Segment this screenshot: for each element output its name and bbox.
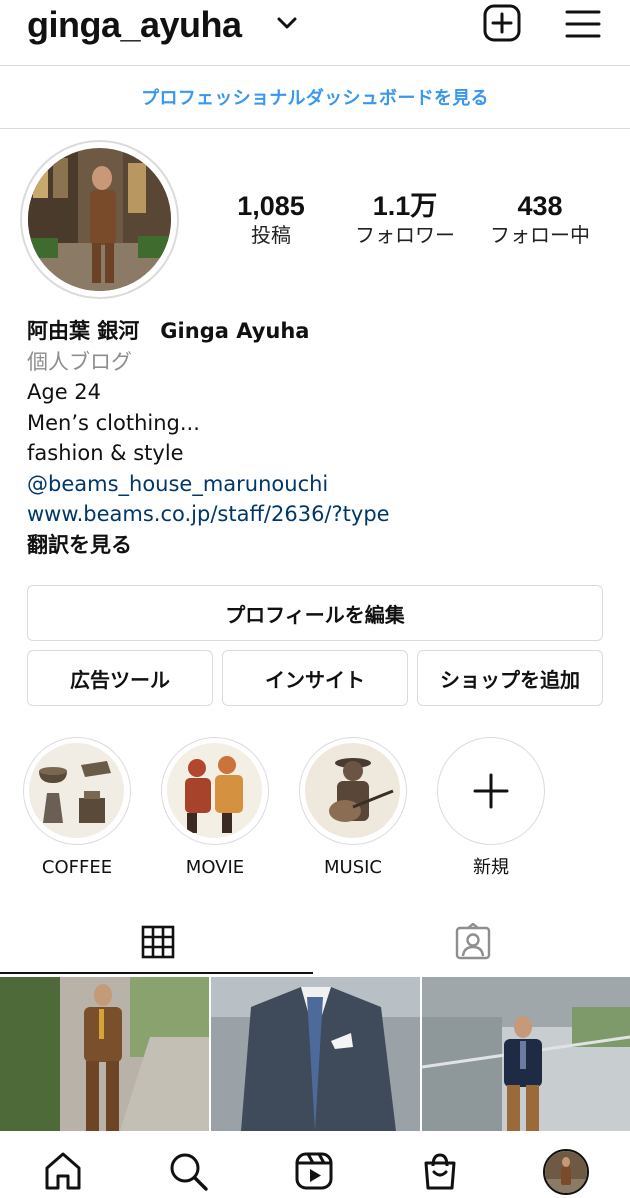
top-bar: ginga_ayuha <box>0 0 630 62</box>
profile-nav-avatar[interactable] <box>543 1149 589 1195</box>
highlight-ring <box>437 737 545 845</box>
stat-value: 1,085 <box>237 191 305 221</box>
stat-label: フォロー中 <box>490 223 590 247</box>
post-thumbnail[interactable] <box>211 977 420 1131</box>
stat-label: 投稿 <box>251 223 291 247</box>
active-tab-indicator <box>0 972 313 974</box>
highlight-new[interactable]: 新規 <box>436 737 546 879</box>
bio-section: 阿由葉 銀河 Ginga Ayuha 個人ブログ Age 24 Men’s cl… <box>27 316 617 560</box>
following-count[interactable]: 438 フォロー中 <box>480 190 600 248</box>
bio-line: fashion & style <box>27 441 184 465</box>
chevron-down-icon[interactable] <box>276 14 298 32</box>
highlight-label: MUSIC <box>323 857 382 878</box>
bio-line: Age 24 <box>27 380 102 404</box>
username[interactable]: ginga_ayuha <box>27 4 242 46</box>
highlight-movie[interactable]: MOVIE <box>160 737 270 879</box>
post-thumbnail[interactable] <box>0 977 209 1131</box>
professional-dashboard-link[interactable]: プロフェッショナルダッシュボードを見る <box>0 66 630 128</box>
translate-link[interactable]: 翻訳を見る <box>27 530 617 561</box>
edit-profile-button[interactable]: プロフィールを編集 <box>27 585 603 641</box>
plus-icon <box>473 773 509 809</box>
display-name: 阿由葉 銀河 Ginga Ayuha <box>27 319 310 343</box>
reels-icon[interactable] <box>293 1150 335 1192</box>
insights-button[interactable]: インサイト <box>222 650 408 706</box>
search-icon[interactable] <box>167 1150 209 1192</box>
posts-count[interactable]: 1,085 投稿 <box>228 190 314 248</box>
profile-avatar[interactable] <box>28 148 171 291</box>
bio-line: Men’s clothing... <box>27 410 200 435</box>
category-label: 個人ブログ <box>27 349 132 374</box>
tagged-person-icon <box>455 923 490 960</box>
highlight-ring <box>161 737 269 845</box>
bottom-navigation <box>0 1131 630 1198</box>
tab-posts-grid[interactable] <box>0 910 315 974</box>
stat-label: フォロワー <box>355 223 455 247</box>
stat-value: 438 <box>517 191 563 221</box>
highlight-cover <box>305 743 400 838</box>
add-shop-button[interactable]: ショップを追加 <box>417 650 603 706</box>
highlight-music[interactable]: MUSIC <box>298 737 408 879</box>
highlight-cover <box>167 743 262 838</box>
highlight-coffee[interactable]: COFFEE <box>22 737 132 879</box>
highlight-label: MOVIE <box>185 857 245 878</box>
highlight-label: 新規 <box>473 857 509 878</box>
divider <box>0 128 630 129</box>
new-post-icon[interactable] <box>483 4 521 42</box>
highlight-ring <box>299 737 407 845</box>
grid-icon <box>141 925 174 959</box>
tab-tagged[interactable] <box>315 910 630 974</box>
highlight-ring <box>23 737 131 845</box>
followers-count[interactable]: 1.1万 フォロワー <box>345 190 465 248</box>
bio-mention-link[interactable]: @beams_house_marunouchi <box>27 469 617 500</box>
highlight-label: COFFEE <box>41 857 113 878</box>
ad-tools-button[interactable]: 広告ツール <box>27 650 213 706</box>
highlight-cover <box>29 743 124 838</box>
home-icon[interactable] <box>42 1150 84 1192</box>
post-thumbnail[interactable] <box>422 977 630 1131</box>
stat-value: 1.1万 <box>372 191 438 221</box>
hamburger-menu-icon[interactable] <box>565 8 601 40</box>
bio-website-link[interactable]: www.beams.co.jp/staff/2636/?type <box>27 499 617 530</box>
shop-icon[interactable] <box>419 1150 461 1192</box>
